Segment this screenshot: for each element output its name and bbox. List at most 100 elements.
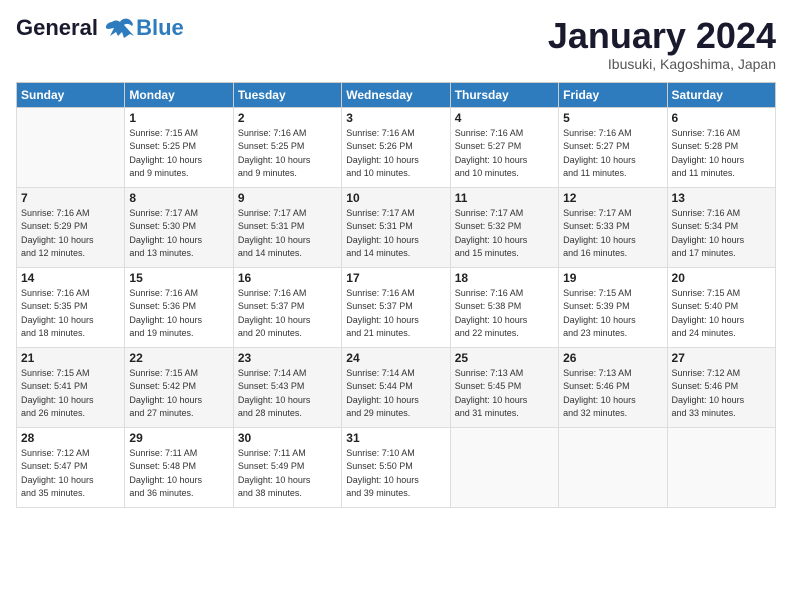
logo-blue: Blue [136, 16, 184, 40]
day-info: Sunrise: 7:11 AM Sunset: 5:48 PM Dayligh… [129, 447, 228, 501]
day-info: Sunrise: 7:13 AM Sunset: 5:46 PM Dayligh… [563, 367, 662, 421]
day-info: Sunrise: 7:16 AM Sunset: 5:28 PM Dayligh… [672, 127, 771, 181]
day-number: 19 [563, 271, 662, 285]
calendar-week-3: 14 Sunrise: 7:16 AM Sunset: 5:35 PM Dayli… [17, 267, 776, 347]
calendar-cell-2-1: 15 Sunrise: 7:16 AM Sunset: 5:36 PM Dayli… [125, 267, 233, 347]
day-info: Sunrise: 7:15 AM Sunset: 5:40 PM Dayligh… [672, 287, 771, 341]
day-info: Sunrise: 7:16 AM Sunset: 5:37 PM Dayligh… [346, 287, 445, 341]
calendar-cell-0-1: 1Sunrise: 7:15 AM Sunset: 5:25 PM Daylig… [125, 107, 233, 187]
calendar-cell-0-5: 5 Sunrise: 7:16 AM Sunset: 5:27 PM Daylig… [559, 107, 667, 187]
calendar-cell-3-3: 24Sunrise: 7:14 AM Sunset: 5:44 PM Dayli… [342, 347, 450, 427]
calendar-week-2: 7 Sunrise: 7:16 AM Sunset: 5:29 PM Daylig… [17, 187, 776, 267]
day-info: Sunrise: 7:12 AM Sunset: 5:46 PM Dayligh… [672, 367, 771, 421]
col-thursday: Thursday [450, 82, 558, 107]
day-number: 23 [238, 351, 337, 365]
calendar-cell-3-0: 21 Sunrise: 7:15 AM Sunset: 5:41 PM Dayli… [17, 347, 125, 427]
calendar-cell-4-4 [450, 427, 558, 507]
day-info: Sunrise: 7:16 AM Sunset: 5:29 PM Dayligh… [21, 207, 120, 261]
day-info: Sunrise: 7:16 AM Sunset: 5:26 PM Dayligh… [346, 127, 445, 181]
day-number: 5 [563, 111, 662, 125]
calendar-cell-3-6: 27 Sunrise: 7:12 AM Sunset: 5:46 PM Dayli… [667, 347, 775, 427]
calendar-cell-2-2: 16 Sunrise: 7:16 AM Sunset: 5:37 PM Dayli… [233, 267, 341, 347]
day-number: 13 [672, 191, 771, 205]
day-info: Sunrise: 7:17 AM Sunset: 5:32 PM Dayligh… [455, 207, 554, 261]
day-number: 2 [238, 111, 337, 125]
calendar-week-4: 21 Sunrise: 7:15 AM Sunset: 5:41 PM Dayli… [17, 347, 776, 427]
day-number: 20 [672, 271, 771, 285]
col-wednesday: Wednesday [342, 82, 450, 107]
calendar-cell-2-5: 19 Sunrise: 7:15 AM Sunset: 5:39 PM Dayli… [559, 267, 667, 347]
day-info: Sunrise: 7:17 AM Sunset: 5:30 PM Dayligh… [129, 207, 228, 261]
calendar-cell-4-2: 30Sunrise: 7:11 AM Sunset: 5:49 PM Dayli… [233, 427, 341, 507]
logo-bird-icon [106, 18, 134, 40]
page-container: General Blue January 2024 Ibusuki, Kagos… [0, 0, 792, 516]
day-info: Sunrise: 7:15 AM Sunset: 5:42 PM Dayligh… [129, 367, 228, 421]
page-header: General Blue January 2024 Ibusuki, Kagos… [16, 16, 776, 72]
day-number: 29 [129, 431, 228, 445]
day-number: 15 [129, 271, 228, 285]
day-info: Sunrise: 7:16 AM Sunset: 5:34 PM Dayligh… [672, 207, 771, 261]
day-info: Sunrise: 7:10 AM Sunset: 5:50 PM Dayligh… [346, 447, 445, 501]
day-number: 18 [455, 271, 554, 285]
calendar-cell-0-4: 4 Sunrise: 7:16 AM Sunset: 5:27 PM Daylig… [450, 107, 558, 187]
day-number: 10 [346, 191, 445, 205]
calendar-cell-3-4: 25Sunrise: 7:13 AM Sunset: 5:45 PM Dayli… [450, 347, 558, 427]
calendar-week-5: 28 Sunrise: 7:12 AM Sunset: 5:47 PM Dayli… [17, 427, 776, 507]
calendar-cell-0-6: 6 Sunrise: 7:16 AM Sunset: 5:28 PM Daylig… [667, 107, 775, 187]
day-number: 6 [672, 111, 771, 125]
day-info: Sunrise: 7:15 AM Sunset: 5:39 PM Dayligh… [563, 287, 662, 341]
day-number: 3 [346, 111, 445, 125]
day-number: 30 [238, 431, 337, 445]
col-tuesday: Tuesday [233, 82, 341, 107]
day-info: Sunrise: 7:12 AM Sunset: 5:47 PM Dayligh… [21, 447, 120, 501]
day-number: 26 [563, 351, 662, 365]
day-number: 9 [238, 191, 337, 205]
calendar-week-1: 1Sunrise: 7:15 AM Sunset: 5:25 PM Daylig… [17, 107, 776, 187]
calendar-cell-1-3: 10Sunrise: 7:17 AM Sunset: 5:31 PM Dayli… [342, 187, 450, 267]
calendar-cell-3-5: 26 Sunrise: 7:13 AM Sunset: 5:46 PM Dayli… [559, 347, 667, 427]
day-info: Sunrise: 7:16 AM Sunset: 5:27 PM Dayligh… [455, 127, 554, 181]
day-number: 8 [129, 191, 228, 205]
col-friday: Friday [559, 82, 667, 107]
calendar-cell-1-5: 12 Sunrise: 7:17 AM Sunset: 5:33 PM Dayli… [559, 187, 667, 267]
day-number: 14 [21, 271, 120, 285]
day-number: 12 [563, 191, 662, 205]
calendar-cell-4-3: 31 Sunrise: 7:10 AM Sunset: 5:50 PM Dayli… [342, 427, 450, 507]
day-number: 27 [672, 351, 771, 365]
title-area: January 2024 Ibusuki, Kagoshima, Japan [548, 16, 776, 72]
calendar-cell-1-6: 13 Sunrise: 7:16 AM Sunset: 5:34 PM Dayli… [667, 187, 775, 267]
day-number: 25 [455, 351, 554, 365]
calendar-cell-0-0 [17, 107, 125, 187]
day-info: Sunrise: 7:16 AM Sunset: 5:36 PM Dayligh… [129, 287, 228, 341]
calendar-cell-0-3: 3 Sunrise: 7:16 AM Sunset: 5:26 PM Daylig… [342, 107, 450, 187]
day-number: 28 [21, 431, 120, 445]
day-number: 17 [346, 271, 445, 285]
day-number: 4 [455, 111, 554, 125]
day-number: 7 [21, 191, 120, 205]
day-info: Sunrise: 7:16 AM Sunset: 5:38 PM Dayligh… [455, 287, 554, 341]
calendar-cell-4-1: 29 Sunrise: 7:11 AM Sunset: 5:48 PM Dayli… [125, 427, 233, 507]
day-number: 16 [238, 271, 337, 285]
calendar-cell-4-5 [559, 427, 667, 507]
calendar-cell-0-2: 2Sunrise: 7:16 AM Sunset: 5:25 PM Daylig… [233, 107, 341, 187]
col-saturday: Saturday [667, 82, 775, 107]
calendar-cell-3-2: 23Sunrise: 7:14 AM Sunset: 5:43 PM Dayli… [233, 347, 341, 427]
day-info: Sunrise: 7:16 AM Sunset: 5:27 PM Dayligh… [563, 127, 662, 181]
day-info: Sunrise: 7:17 AM Sunset: 5:33 PM Dayligh… [563, 207, 662, 261]
day-number: 31 [346, 431, 445, 445]
calendar-cell-2-4: 18 Sunrise: 7:16 AM Sunset: 5:38 PM Dayli… [450, 267, 558, 347]
day-info: Sunrise: 7:15 AM Sunset: 5:41 PM Dayligh… [21, 367, 120, 421]
day-number: 21 [21, 351, 120, 365]
logo-general: General [16, 15, 98, 40]
calendar-cell-4-0: 28 Sunrise: 7:12 AM Sunset: 5:47 PM Dayli… [17, 427, 125, 507]
col-sunday: Sunday [17, 82, 125, 107]
calendar-cell-2-6: 20 Sunrise: 7:15 AM Sunset: 5:40 PM Dayli… [667, 267, 775, 347]
calendar-cell-2-0: 14 Sunrise: 7:16 AM Sunset: 5:35 PM Dayli… [17, 267, 125, 347]
day-info: Sunrise: 7:16 AM Sunset: 5:37 PM Dayligh… [238, 287, 337, 341]
day-number: 24 [346, 351, 445, 365]
day-info: Sunrise: 7:16 AM Sunset: 5:35 PM Dayligh… [21, 287, 120, 341]
calendar-cell-1-2: 9Sunrise: 7:17 AM Sunset: 5:31 PM Daylig… [233, 187, 341, 267]
calendar-cell-3-1: 22Sunrise: 7:15 AM Sunset: 5:42 PM Dayli… [125, 347, 233, 427]
day-info: Sunrise: 7:15 AM Sunset: 5:25 PM Dayligh… [129, 127, 228, 181]
month-title: January 2024 [548, 16, 776, 56]
